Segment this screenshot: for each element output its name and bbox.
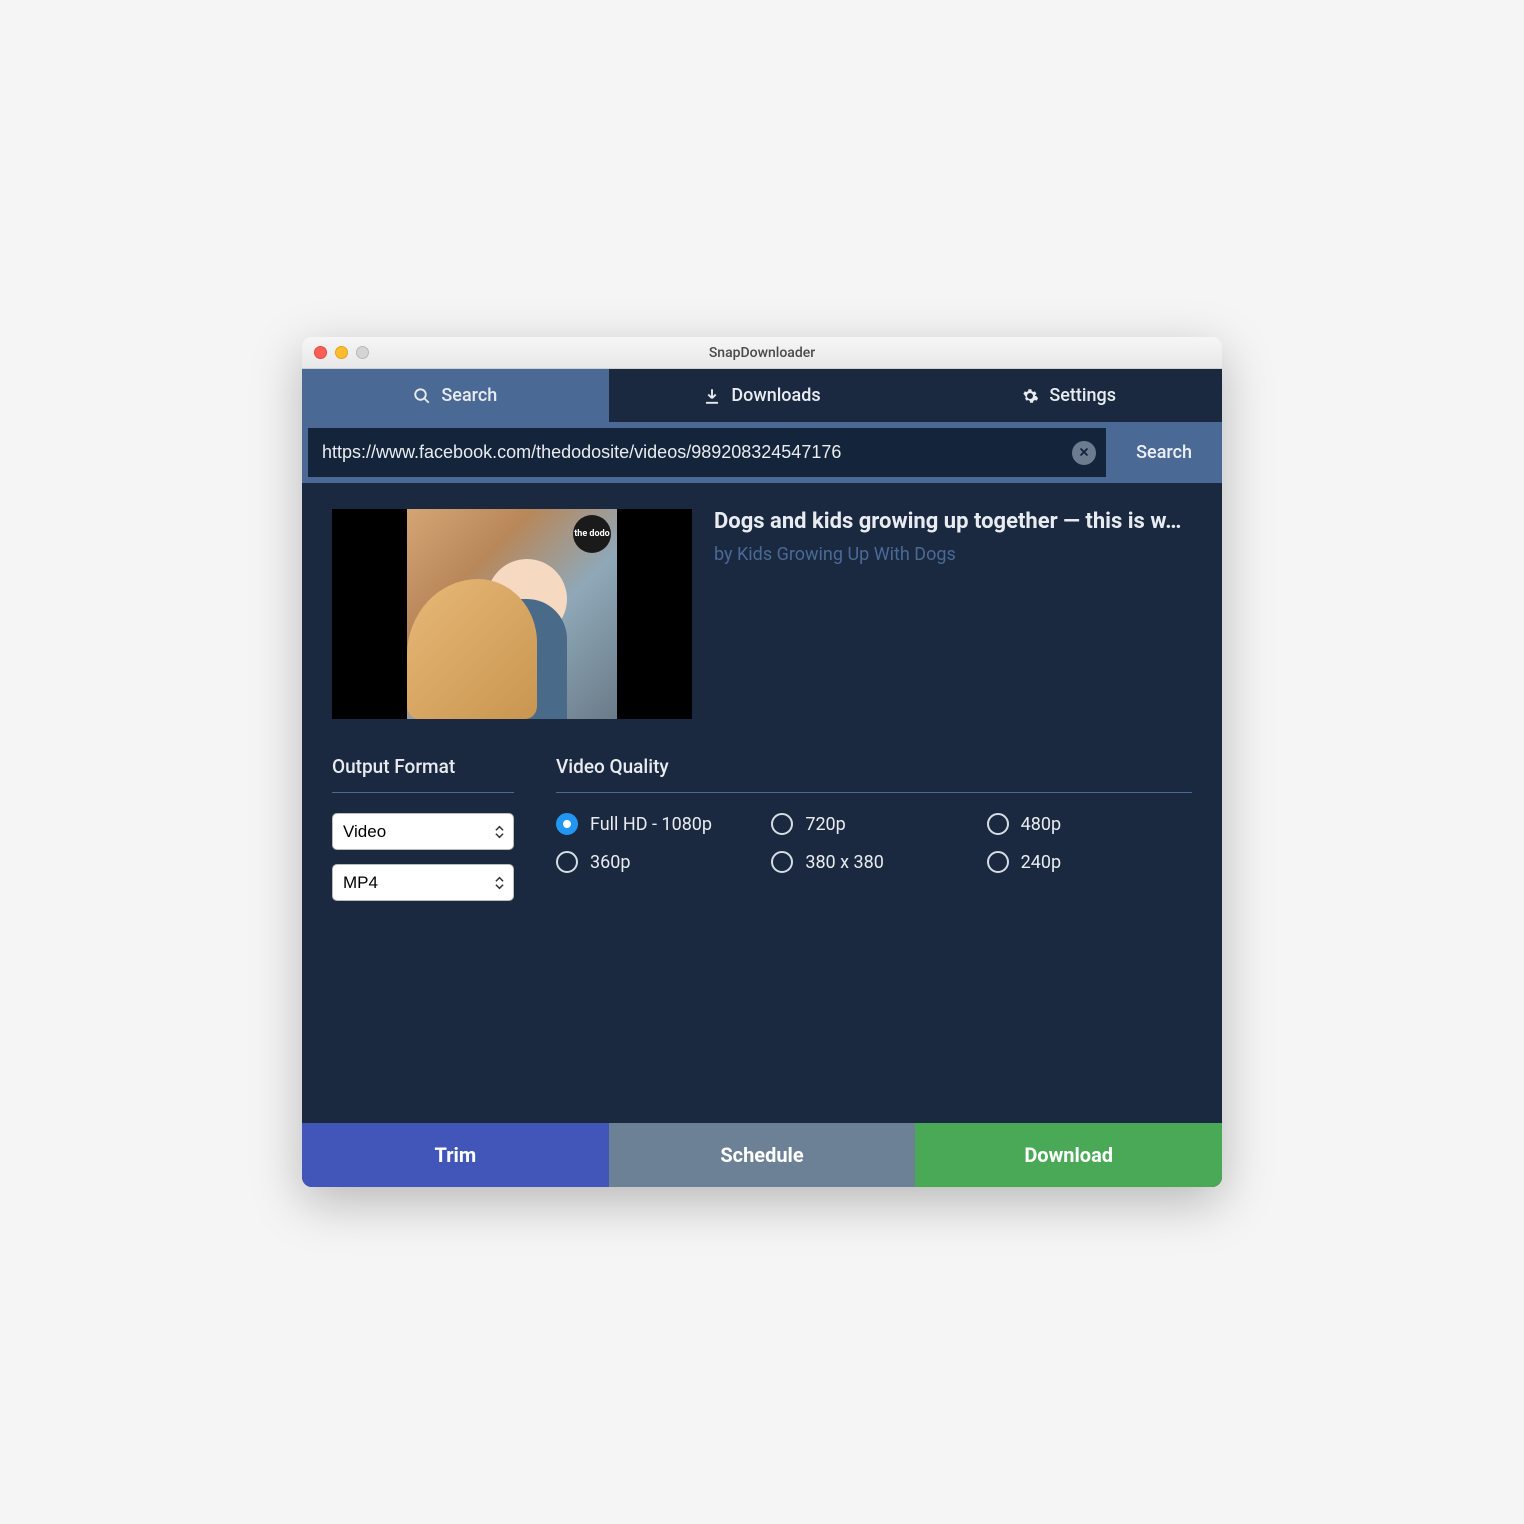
zoom-window-button[interactable] — [356, 346, 369, 359]
radio-icon — [771, 851, 793, 873]
tab-search-label: Search — [441, 385, 497, 406]
video-author: by Kids Growing Up With Dogs — [714, 544, 1192, 565]
close-window-button[interactable] — [314, 346, 327, 359]
quality-option-label: Full HD - 1080p — [590, 814, 712, 835]
quality-option[interactable]: 380 x 380 — [771, 851, 976, 873]
quality-option-label: 480p — [1021, 814, 1061, 835]
quality-option[interactable]: 360p — [556, 851, 761, 873]
tab-bar: Search Downloads Settings — [302, 369, 1222, 422]
quality-option-label: 720p — [805, 814, 845, 835]
video-quality-header: Video Quality — [556, 755, 1192, 793]
quality-option[interactable]: 480p — [987, 813, 1192, 835]
quality-option[interactable]: 240p — [987, 851, 1192, 873]
trim-button-label: Trim — [435, 1143, 477, 1167]
download-icon — [703, 387, 721, 405]
search-button[interactable]: Search — [1106, 423, 1222, 482]
radio-icon — [556, 813, 578, 835]
tab-settings-label: Settings — [1049, 385, 1116, 406]
quality-option[interactable]: 720p — [771, 813, 976, 835]
schedule-button[interactable]: Schedule — [609, 1123, 916, 1187]
search-icon — [413, 387, 431, 405]
output-format-section: Output Format Video MP4 — [332, 755, 514, 915]
download-button[interactable]: Download — [915, 1123, 1222, 1187]
format-type-select[interactable]: Video — [332, 813, 514, 850]
quality-option-label: 240p — [1021, 852, 1061, 873]
quality-option-label: 360p — [590, 852, 630, 873]
video-info: the dodo Dogs and kids growing up togeth… — [332, 509, 1192, 719]
tab-search[interactable]: Search — [302, 369, 609, 422]
video-quality-section: Video Quality Full HD - 1080p 720p 480p 360… — [556, 755, 1192, 915]
output-format-header: Output Format — [332, 755, 514, 793]
search-input-container — [308, 428, 1106, 477]
tab-downloads-label: Downloads — [731, 385, 820, 406]
source-badge: the dodo — [573, 515, 611, 553]
video-meta: Dogs and kids growing up together — this… — [714, 509, 1192, 719]
app-window: SnapDownloader Search Downloads Settings — [302, 337, 1222, 1187]
video-title: Dogs and kids growing up together — this… — [714, 509, 1192, 534]
thumbnail-image: the dodo — [407, 509, 617, 719]
window-title: SnapDownloader — [302, 345, 1222, 361]
url-input[interactable] — [322, 428, 1072, 477]
gear-icon — [1021, 387, 1039, 405]
video-thumbnail: the dodo — [332, 509, 692, 719]
trim-button[interactable]: Trim — [302, 1123, 609, 1187]
radio-icon — [771, 813, 793, 835]
traffic-lights — [314, 346, 369, 359]
content-area: the dodo Dogs and kids growing up togeth… — [302, 483, 1222, 1123]
format-container-select[interactable]: MP4 — [332, 864, 514, 901]
radio-icon — [987, 851, 1009, 873]
search-button-label: Search — [1136, 442, 1192, 463]
minimize-window-button[interactable] — [335, 346, 348, 359]
quality-option[interactable]: Full HD - 1080p — [556, 813, 761, 835]
download-button-label: Download — [1024, 1143, 1113, 1167]
format-type-select-wrap: Video — [332, 813, 514, 850]
radio-icon — [556, 851, 578, 873]
quality-option-label: 380 x 380 — [805, 852, 884, 873]
title-bar: SnapDownloader — [302, 337, 1222, 369]
tab-downloads[interactable]: Downloads — [609, 369, 916, 422]
search-bar: Search — [302, 422, 1222, 483]
app-body: Search Downloads Settings — [302, 369, 1222, 1187]
quality-options-grid: Full HD - 1080p 720p 480p 360p 380 x 380 240p — [556, 813, 1192, 873]
format-container-select-wrap: MP4 — [332, 864, 514, 901]
close-icon — [1078, 443, 1090, 462]
bottom-action-bar: Trim Schedule Download — [302, 1123, 1222, 1187]
clear-input-button[interactable] — [1072, 441, 1096, 465]
schedule-button-label: Schedule — [720, 1143, 803, 1167]
radio-icon — [987, 813, 1009, 835]
tab-settings[interactable]: Settings — [915, 369, 1222, 422]
options-row: Output Format Video MP4 — [332, 755, 1192, 915]
